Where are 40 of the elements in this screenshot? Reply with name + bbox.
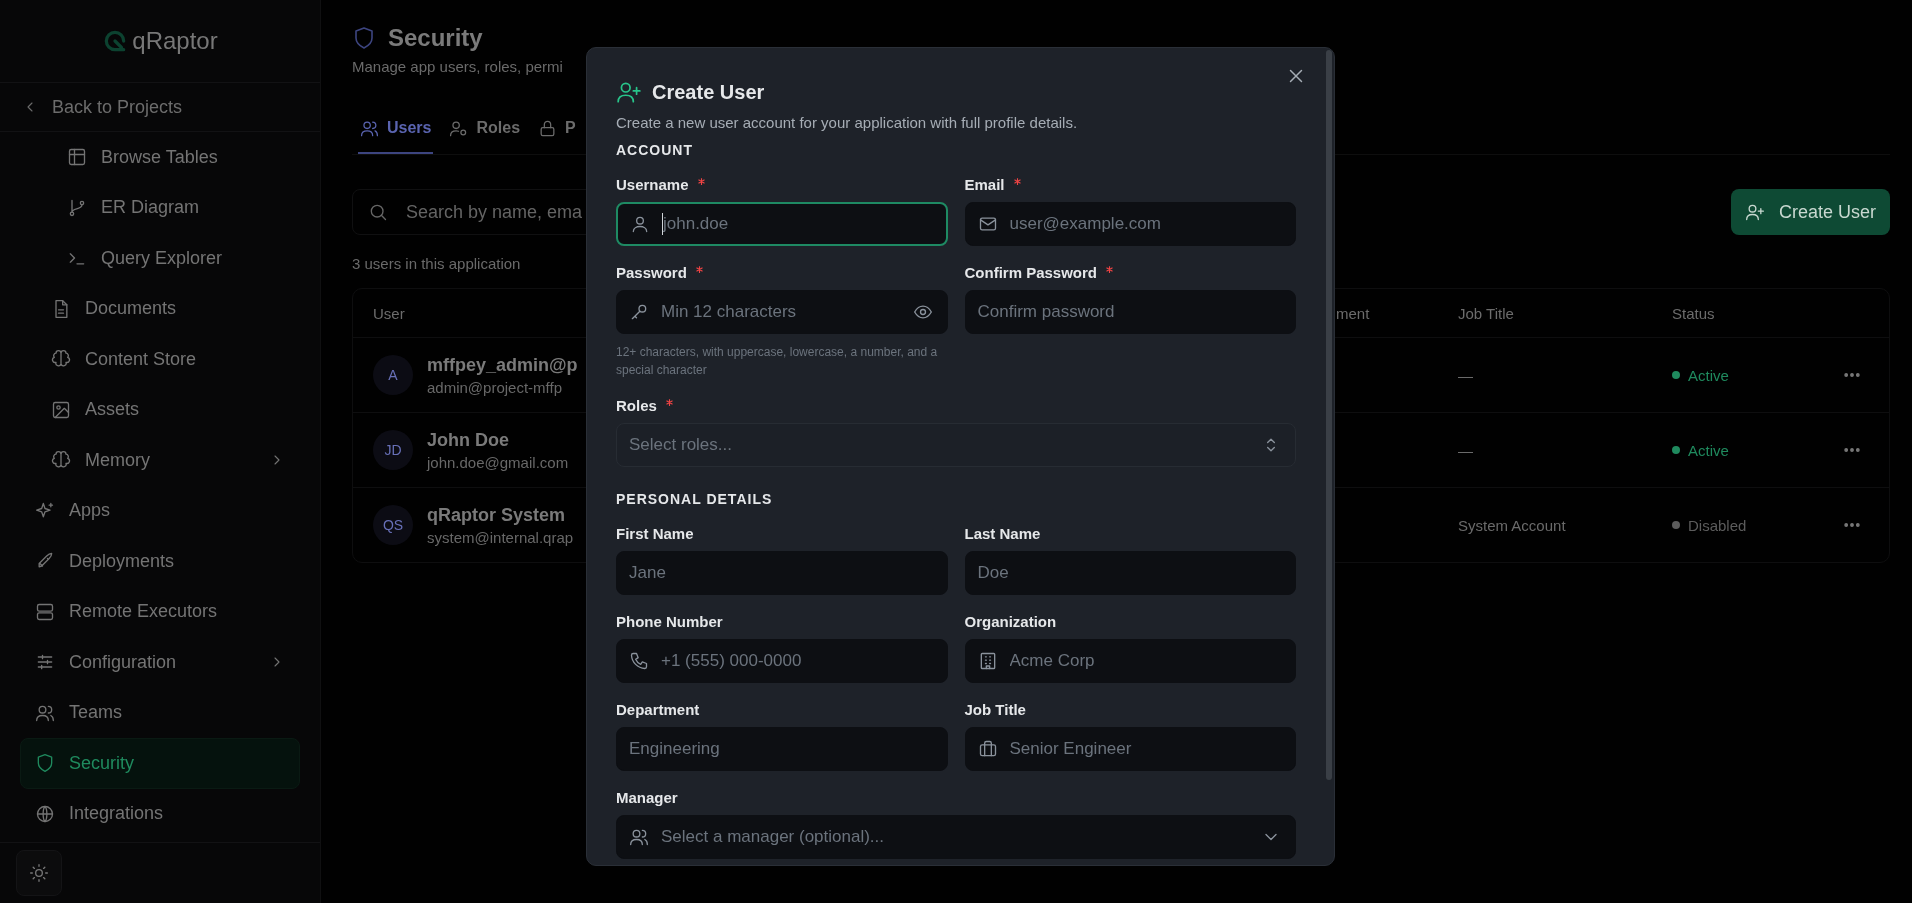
field-label: Username xyxy=(616,176,689,193)
page-subtitle: Manage app users, roles, permi xyxy=(352,58,564,75)
user-name: mffpey_admin@p xyxy=(427,354,578,376)
status-label: Disabled xyxy=(1688,516,1747,534)
section-heading: PERSONAL DETAILS xyxy=(616,491,774,507)
column-header: User xyxy=(373,304,405,322)
field-label: Job Title xyxy=(964,701,1026,718)
column-header: ment xyxy=(1336,304,1370,322)
status-label: Active xyxy=(1688,441,1729,459)
user-name: qRaptor System xyxy=(427,504,567,526)
job-title-cell-text: — xyxy=(1458,441,1474,459)
avatar: A xyxy=(373,355,413,395)
dialog-title: Create User xyxy=(652,80,765,104)
field-label: Roles xyxy=(616,397,657,414)
user-email: system@internal.qrap xyxy=(427,528,574,546)
field-label: Password xyxy=(616,264,687,281)
user-count: 3 users in this application xyxy=(352,255,521,272)
user-email: admin@project-mffp xyxy=(427,378,563,396)
dialog-description: Create a new user account for your application with full profile details. xyxy=(616,114,1079,131)
field-label: Organization xyxy=(964,613,1057,630)
job-title-cell-text: System Account xyxy=(1458,516,1567,534)
column-header: Job Title xyxy=(1458,304,1514,322)
user-name: John Doe xyxy=(427,429,510,451)
field-label: Phone Number xyxy=(616,613,723,630)
field-label: Last Name xyxy=(964,525,1041,542)
status-label: Active xyxy=(1688,366,1729,384)
user-email: john.doe@gmail.com xyxy=(427,453,569,471)
field-label: Email xyxy=(964,176,1005,193)
field-label: First Name xyxy=(616,525,694,542)
field-label: Manager xyxy=(616,789,678,806)
job-title-cell-text: — xyxy=(1458,366,1474,384)
avatar: QS xyxy=(373,505,413,545)
field-hint: 12+ characters, with uppercase, lowercase, a number, and a special character xyxy=(616,344,939,379)
field-label: Department xyxy=(616,701,700,718)
column-header: Status xyxy=(1672,304,1715,322)
section-heading: ACCOUNT xyxy=(616,142,694,158)
page-title: Security xyxy=(388,24,483,52)
field-label: Confirm Password xyxy=(964,264,1098,281)
logo-text: qRaptor xyxy=(132,27,218,55)
avatar: JD xyxy=(373,430,413,470)
